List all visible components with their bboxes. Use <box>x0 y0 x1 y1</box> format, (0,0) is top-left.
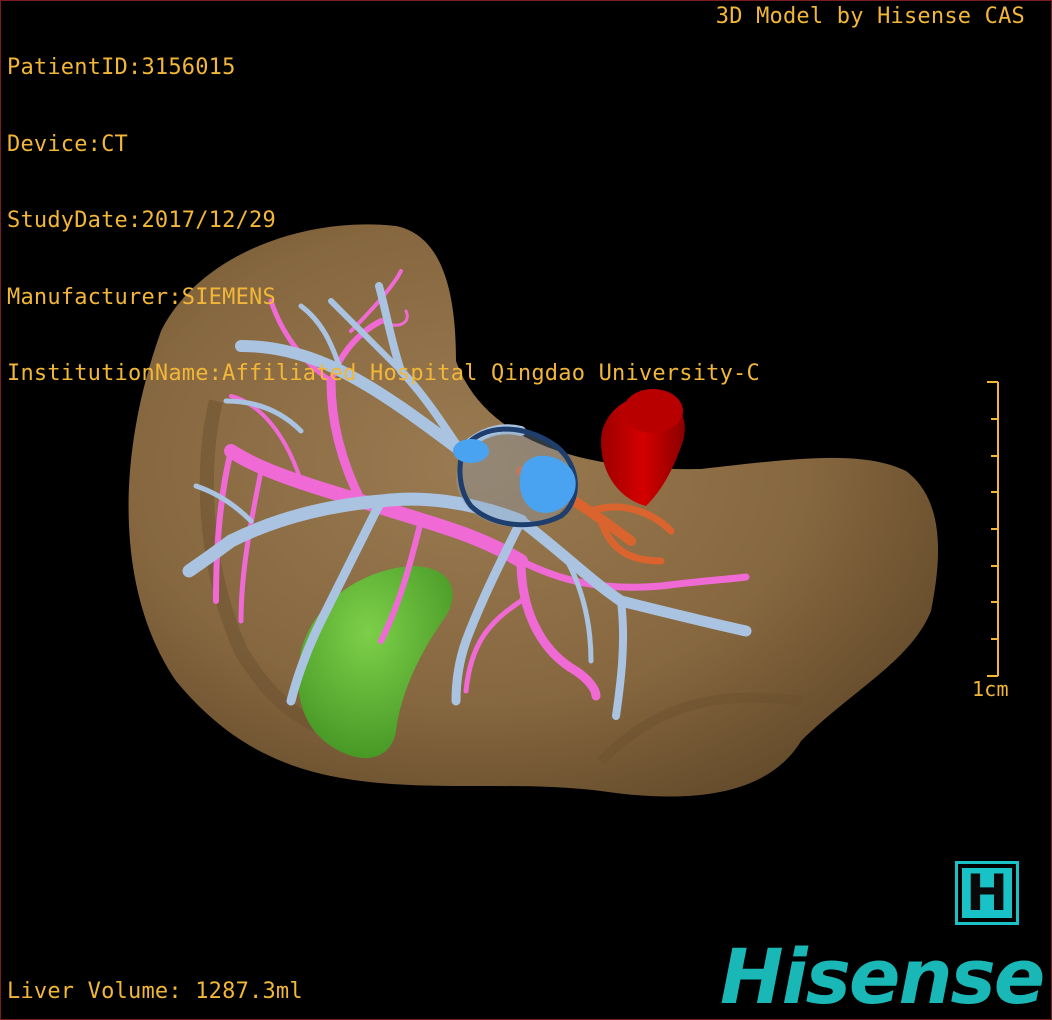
logo-letter: H <box>958 864 1016 922</box>
study-date: StudyDate:2017/12/29 <box>7 208 276 233</box>
manufacturer: Manufacturer:SIEMENS <box>7 284 276 310</box>
hisense-h-logo-icon: H <box>955 861 1019 925</box>
scale-bar <box>987 381 999 677</box>
patient-id: PatientID:3156015 <box>7 55 236 80</box>
institution-name: InstitutionName:Affiliated Hospital Qing… <box>7 361 760 386</box>
hisense-wordmark: Hisense <box>720 932 1045 1020</box>
scale-bar-label: 1cm <box>972 677 1009 701</box>
liver-volume: Liver Volume: 1287.3ml <box>7 979 303 1004</box>
dicom-info-panel: PatientID:3156015 Device:CT StudyDate:20… <box>7 4 760 438</box>
model-credit: 3D Model by Hisense CAS <box>715 4 1025 29</box>
device: Device:CT <box>7 131 129 157</box>
3d-viewport[interactable]: PatientID:3156015 Device:CT StudyDate:20… <box>0 0 1052 1020</box>
